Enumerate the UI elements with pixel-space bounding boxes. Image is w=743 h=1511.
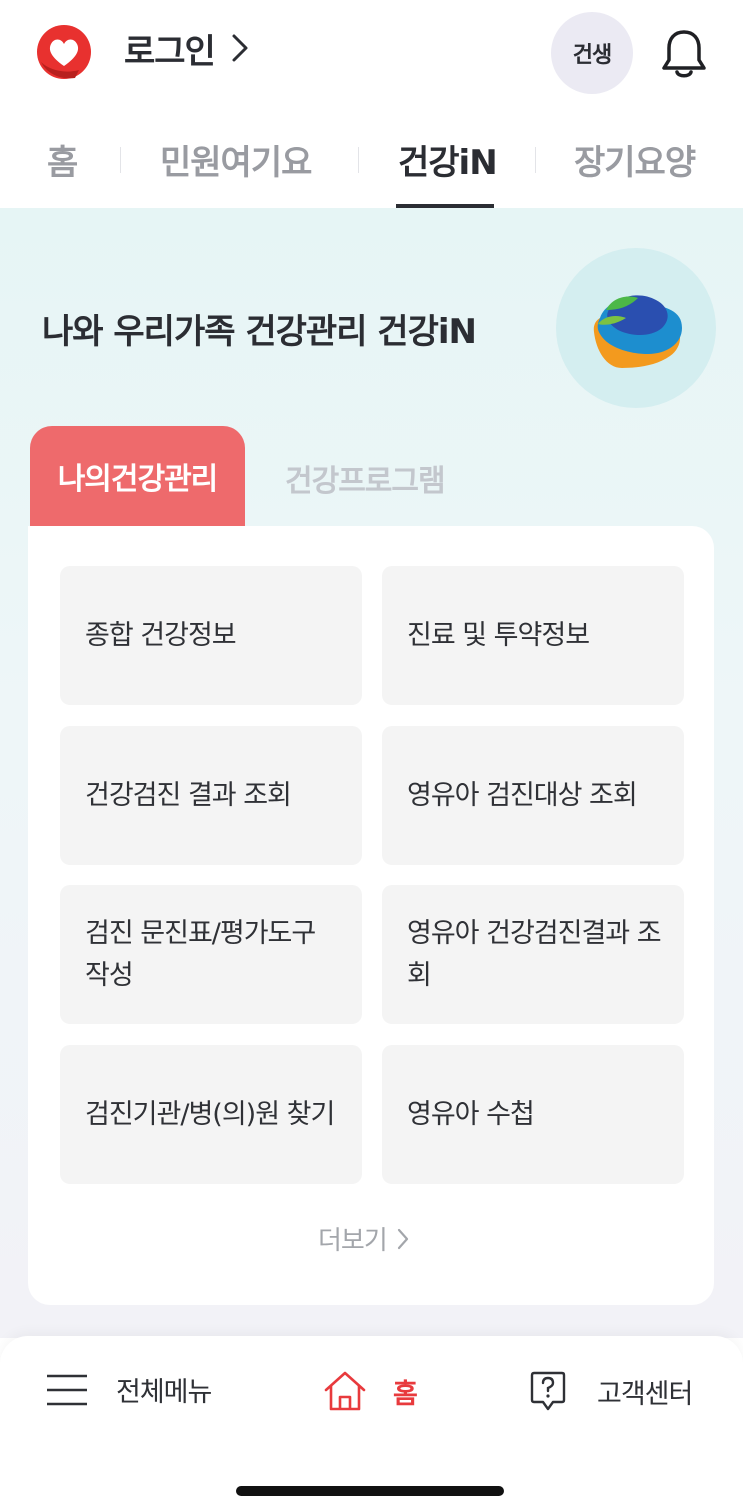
main-content: 나와 우리가족 건강관리 건강iN 나의건강관리 건강프로그램 종합 건강정보 … (0, 208, 743, 1338)
tile-label: 진료 및 투약정보 (407, 619, 590, 651)
nav-customer-center[interactable]: 고객센터 (529, 1370, 693, 1412)
menu-tile-infant-checkup-target[interactable]: 영유아 검진대상 조회 (382, 726, 684, 865)
chevron-right-icon (397, 1228, 408, 1249)
app-header: 로그인 건생 (0, 0, 743, 105)
tab-civil-service[interactable]: 민원여기요 (160, 135, 312, 184)
nhis-logo-icon[interactable] (35, 24, 93, 80)
tab-home[interactable]: 홈 (47, 135, 78, 184)
home-indicator (236, 1486, 504, 1496)
health-in-logo-icon (593, 295, 682, 368)
tile-label: 영유아 검진대상 조회 (407, 779, 638, 811)
tab-divider (120, 147, 121, 173)
menu-tile-questionnaire[interactable]: 검진 문진표/평가도구 작성 (60, 885, 362, 1024)
home-icon (324, 1371, 366, 1411)
tab-long-term-care[interactable]: 장기요양 (574, 135, 696, 184)
bottom-nav: 전체메뉴 홈 고객센터 (0, 1336, 743, 1511)
menu-tile-checkup-result[interactable]: 건강검진 결과 조회 (60, 726, 362, 865)
tile-label: 영유아 건강검진결과 조회 (407, 917, 662, 991)
tile-label: 종합 건강정보 (85, 619, 237, 651)
nav-all-menu[interactable]: 전체메뉴 (46, 1370, 212, 1409)
tab-my-health[interactable]: 나의건강관리 (30, 426, 245, 526)
more-label: 더보기 (318, 1226, 388, 1256)
chevron-right-icon (232, 34, 248, 62)
hamburger-menu-icon (47, 1374, 87, 1405)
tab-health-program[interactable]: 건강프로그램 (285, 456, 446, 500)
menu-tile-infant-checkup-result[interactable]: 영유아 건강검진결과 조회 (382, 885, 684, 1024)
menu-tile-health-info[interactable]: 종합 건강정보 (60, 566, 362, 705)
tile-label: 검진기관/병(의)원 찾기 (85, 1098, 335, 1130)
nav-home-label: 홈 (393, 1378, 418, 1410)
hero-title: 나와 우리가족 건강관리 건강iN (42, 312, 477, 352)
menu-tile-find-hospital[interactable]: 검진기관/병(의)원 찾기 (60, 1045, 362, 1184)
tab-divider (535, 147, 536, 173)
bell-icon[interactable] (660, 28, 708, 80)
menu-tile-infant-handbook[interactable]: 영유아 수첩 (382, 1045, 684, 1184)
tile-label: 검진 문진표/평가도구 작성 (85, 917, 316, 991)
tab-health-in[interactable]: 건강iN (398, 135, 498, 184)
tile-label: 영유아 수첩 (407, 1098, 535, 1130)
login-label: 로그인 (124, 31, 216, 72)
menu-tile-treatment-info[interactable]: 진료 및 투약정보 (382, 566, 684, 705)
tab-divider (358, 147, 359, 173)
health-menu-card: 종합 건강정보 진료 및 투약정보 건강검진 결과 조회 영유아 검진대상 조회… (28, 526, 714, 1305)
nav-customer-center-label: 고객센터 (597, 1378, 693, 1410)
more-link[interactable]: 더보기 (318, 1220, 409, 1257)
login-link[interactable]: 로그인 (124, 26, 249, 72)
nav-all-menu-label: 전체메뉴 (116, 1377, 212, 1408)
avatar-button[interactable]: 건생 (551, 12, 633, 94)
nav-home[interactable]: 홈 (323, 1370, 418, 1412)
tile-label: 건강검진 결과 조회 (85, 779, 292, 811)
top-tab-bar: 홈 민원여기요 건강iN 장기요양 (0, 105, 743, 208)
avatar-label: 건생 (572, 43, 612, 68)
help-bubble-icon (530, 1371, 566, 1411)
